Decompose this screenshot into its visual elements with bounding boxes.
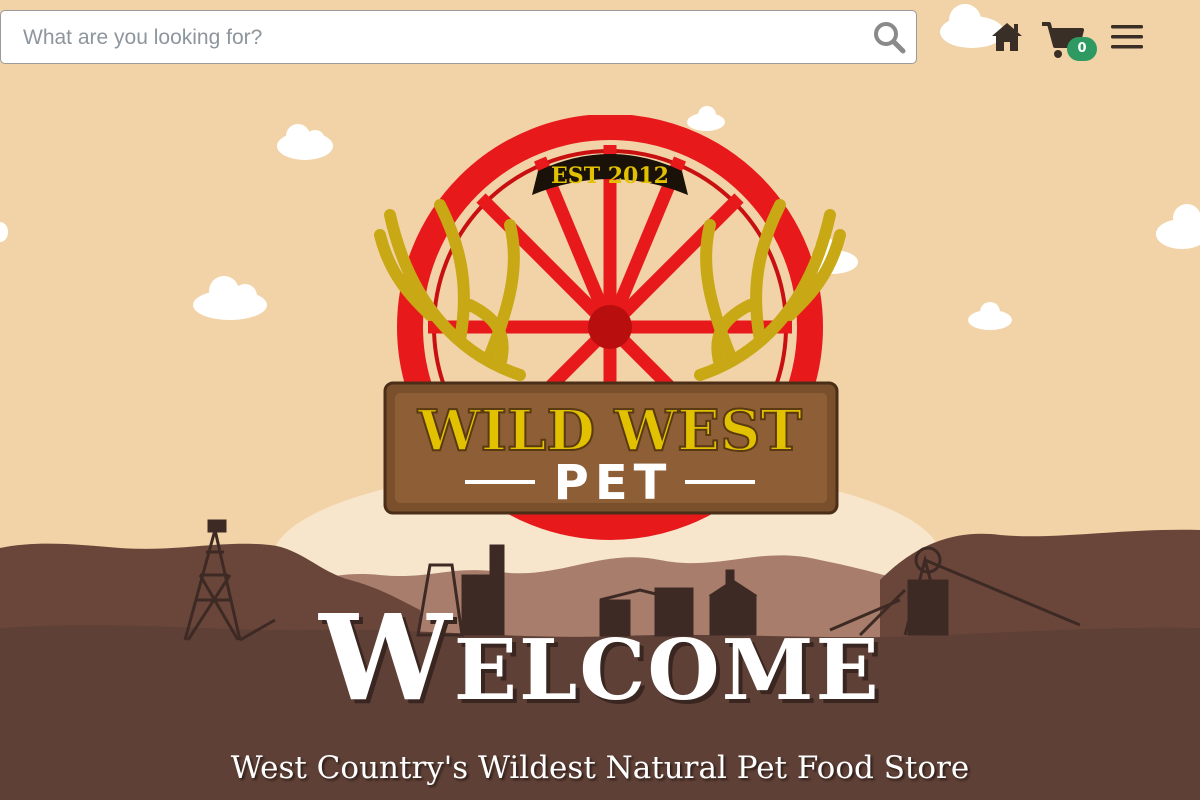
hero-heading: Welcome <box>319 588 881 727</box>
hero-tagline: West Country's Wildest Natural Pet Food … <box>230 750 970 786</box>
logo-subname: PET <box>554 455 673 511</box>
home-icon[interactable] <box>990 20 1024 54</box>
logo-established: EST 2012 <box>551 163 669 189</box>
search-icon[interactable] <box>872 20 906 54</box>
cart-count-badge[interactable]: 0 <box>1067 37 1097 61</box>
brand-logo[interactable]: EST 2012 WILD WEST PET <box>370 115 850 555</box>
search-input[interactable] <box>21 11 855 65</box>
hamburger-menu-icon[interactable] <box>1110 22 1144 52</box>
search-bar <box>0 10 917 65</box>
